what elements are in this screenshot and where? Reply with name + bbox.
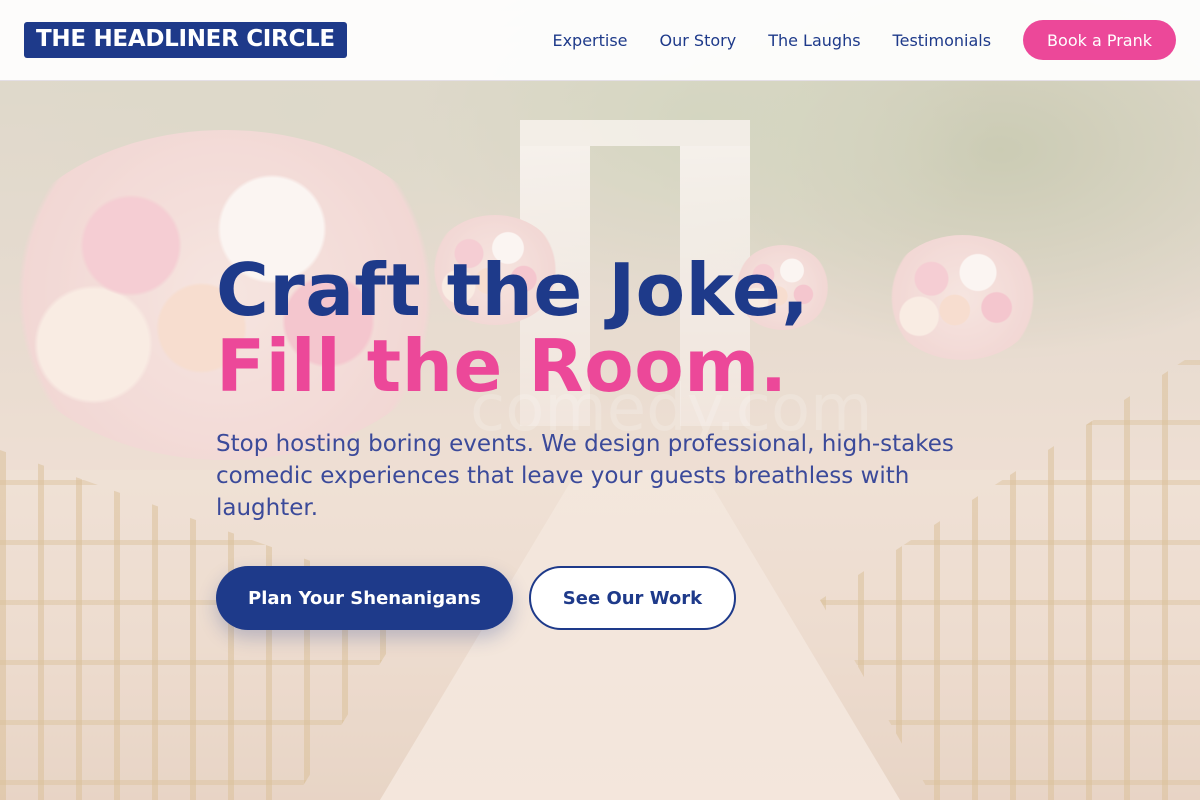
see-our-work-button[interactable]: See Our Work [528,566,737,630]
book-a-prank-button[interactable]: Book a Prank [1023,20,1176,60]
hero-headline-line2: Fill the Room. [216,324,788,408]
nav-link-testimonials[interactable]: Testimonials [893,31,992,50]
brand-logo[interactable]: THE HEADLINER CIRCLE [24,22,347,58]
nav-link-the-laughs[interactable]: The Laughs [768,31,860,50]
hero-headline: Craft the Joke, Fill the Room. [216,252,996,404]
plan-your-shenanigans-button[interactable]: Plan Your Shenanigans [216,566,513,630]
site-header: THE HEADLINER CIRCLE Expertise Our Story… [0,0,1200,81]
nav-link-expertise[interactable]: Expertise [552,31,627,50]
hero-cta-group: Plan Your Shenanigans See Our Work [216,566,996,630]
nav-link-our-story[interactable]: Our Story [660,31,737,50]
main-nav: Expertise Our Story The Laughs Testimoni… [552,20,1176,60]
hero-headline-line1: Craft the Joke, [216,248,810,332]
hero-section: Craft the Joke, Fill the Room. Stop host… [216,252,996,630]
hero-subtitle: Stop hosting boring events. We design pr… [216,431,954,521]
